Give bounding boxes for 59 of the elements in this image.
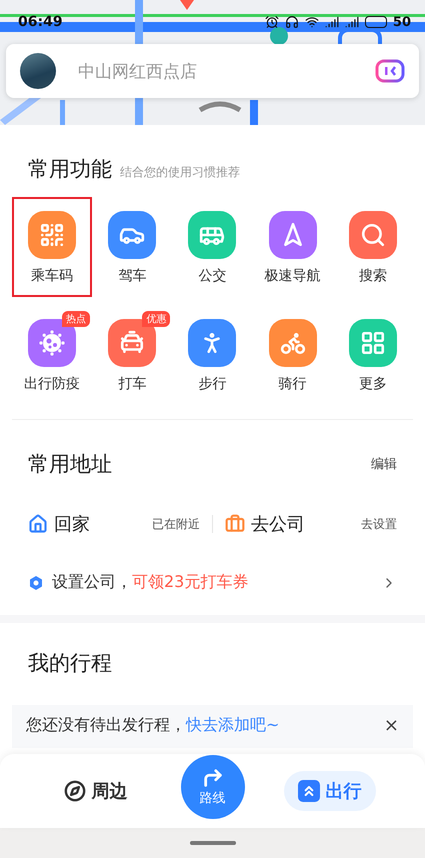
promo-row[interactable]: 设置公司，可领23元打车券 [12,572,413,593]
grid-icon [360,330,386,356]
briefcase-icon [225,514,245,534]
search-icon [360,222,386,248]
search-placeholder: 中山网红西点店 [78,60,198,82]
feature-item[interactable]: 更多 [332,305,413,405]
close-button[interactable]: × [384,715,399,736]
feature-item[interactable]: 极速导航 [252,197,333,297]
feature-badge: 热点 [62,311,90,327]
section-title: 常用功能 [28,156,112,183]
feature-label: 极速导航 [264,267,321,285]
section-title: 常用地址 [28,451,112,478]
feature-item[interactable]: 驾车 [92,197,172,297]
feature-label: 出行防疫 [24,375,80,393]
hexagon-icon [28,574,44,590]
edit-link[interactable]: 编辑 [371,455,397,473]
feature-badge: 优惠 [142,311,170,327]
alarm-icon [264,15,279,29]
home-icon [28,514,48,534]
feature-item[interactable]: 公交 [172,197,253,297]
qr-code-icon [39,222,66,248]
promo-text: 设置公司，可领23元打车券 [52,572,250,593]
section-subtitle: 结合您的使用习惯推荐 [120,164,240,181]
feature-item[interactable]: 热点 出行防疫 [12,305,92,405]
nav-tab[interactable]: 周边 [50,771,142,811]
turn-arrow-icon [202,767,224,789]
signal-icon [344,15,359,29]
section-title: 我的行程 [28,650,112,677]
place-status[interactable]: 已在附近 [152,516,200,532]
feature-item[interactable]: 搜索 [332,197,413,297]
place-name[interactable]: 去公司 [251,512,305,536]
feature-label: 打车 [118,375,146,393]
virus-icon [39,330,66,356]
place-name[interactable]: 回家 [54,512,90,536]
assistant-icon[interactable] [375,59,405,83]
feature-label: 驾车 [118,267,146,285]
notice-text: 您还没有待出发行程，快去添加吧~ [26,715,280,736]
feature-item[interactable]: 乘车码 [12,197,92,297]
feature-label: 步行 [198,375,226,393]
feature-label: 更多 [358,375,387,393]
headphones-icon [284,15,299,29]
feature-label: 乘车码 [31,267,74,285]
feature-label: 骑行 [278,375,307,393]
wifi-icon [304,15,319,29]
avatar[interactable] [20,53,56,89]
taxi-icon [119,330,146,356]
home-indicator[interactable] [190,841,236,845]
compass-icon [64,780,86,802]
place-status[interactable]: 去设置 [361,516,397,532]
battery-icon [364,16,387,28]
signal-icon [324,15,339,29]
feature-label: 公交 [198,267,226,285]
feature-item[interactable]: 步行 [172,305,253,405]
feature-label: 搜索 [358,267,387,285]
bicycle-icon [280,330,306,356]
feature-item[interactable]: 骑行 [252,305,333,405]
chevrons-up-icon [298,780,320,802]
feature-item[interactable]: 优惠 打车 [92,305,172,405]
route-button[interactable]: 路线 [180,755,244,819]
